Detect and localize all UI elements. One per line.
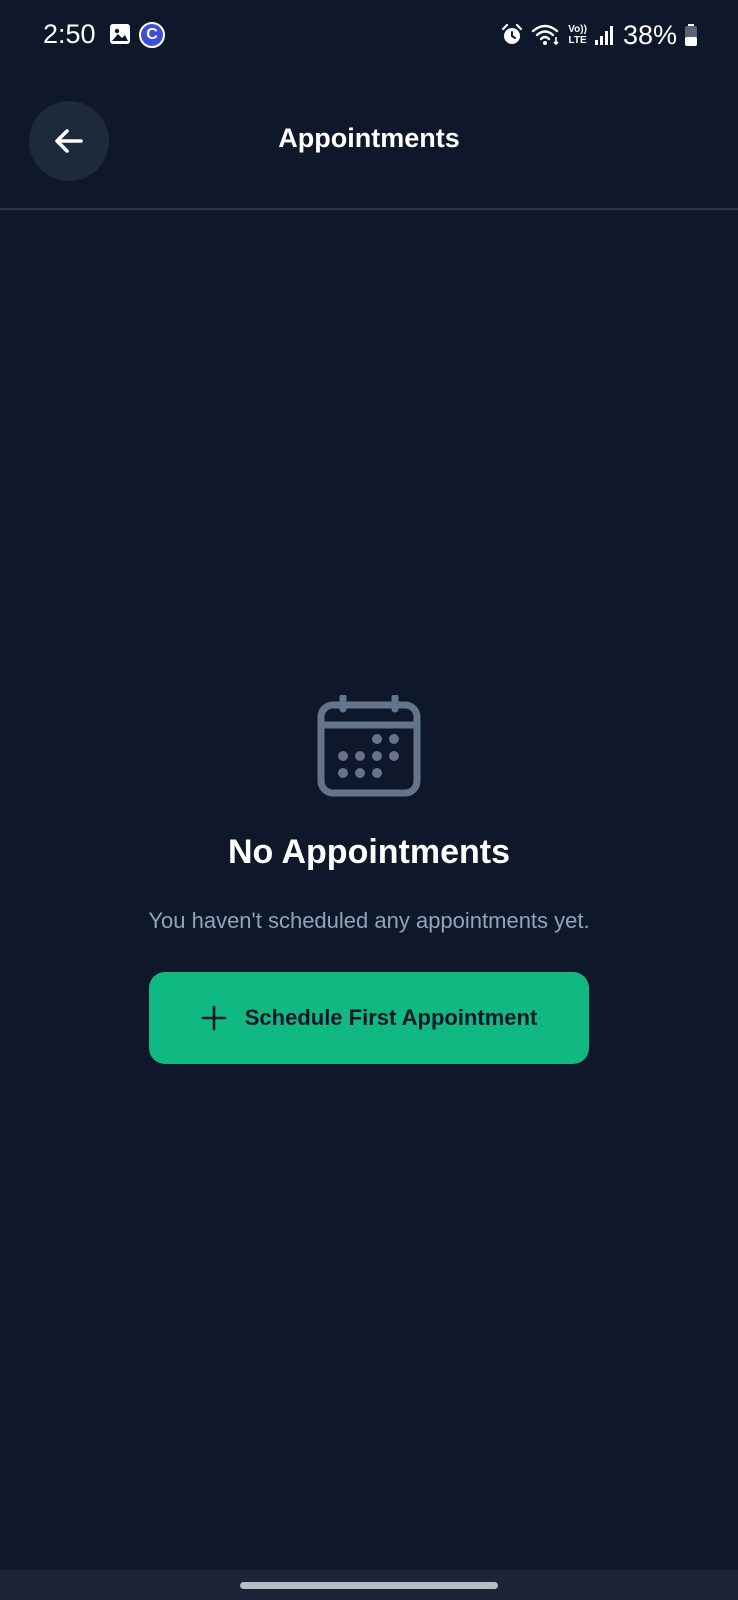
empty-state-subtitle: You haven't scheduled any appointments y…	[148, 908, 590, 933]
calendar-icon	[317, 695, 421, 797]
status-right-icons: Vo)) LTE 38%	[500, 19, 698, 51]
c-app-icon-letter: C	[146, 26, 158, 43]
page-title: Appointments	[278, 123, 460, 153]
status-bar: 2:50 C Vo)) LTE 38%	[0, 0, 738, 70]
schedule-first-appointment-button[interactable]: Schedule First Appointment	[149, 972, 589, 1064]
schedule-button-label: Schedule First Appointment	[244, 1005, 538, 1030]
volte-top: Vo))	[568, 24, 587, 35]
battery-icon	[685, 24, 697, 46]
status-time: 2:50	[43, 19, 96, 49]
signal-icon	[594, 26, 613, 45]
c-app-icon: C	[139, 22, 165, 48]
plus-icon	[201, 1005, 227, 1031]
alarm-icon	[502, 23, 523, 44]
home-gesture-handle[interactable]	[240, 1582, 498, 1589]
system-nav-bar	[0, 1570, 738, 1600]
wifi-icon	[532, 24, 559, 46]
app-header: Appointments	[0, 70, 738, 210]
empty-state: No Appointments You haven't scheduled an…	[0, 695, 738, 1064]
gallery-icon	[110, 24, 130, 44]
empty-state-title: No Appointments	[227, 833, 511, 871]
battery-percent: 38%	[622, 19, 677, 50]
volte-icon: Vo)) LTE	[568, 24, 587, 46]
volte-bottom: LTE	[568, 35, 587, 46]
